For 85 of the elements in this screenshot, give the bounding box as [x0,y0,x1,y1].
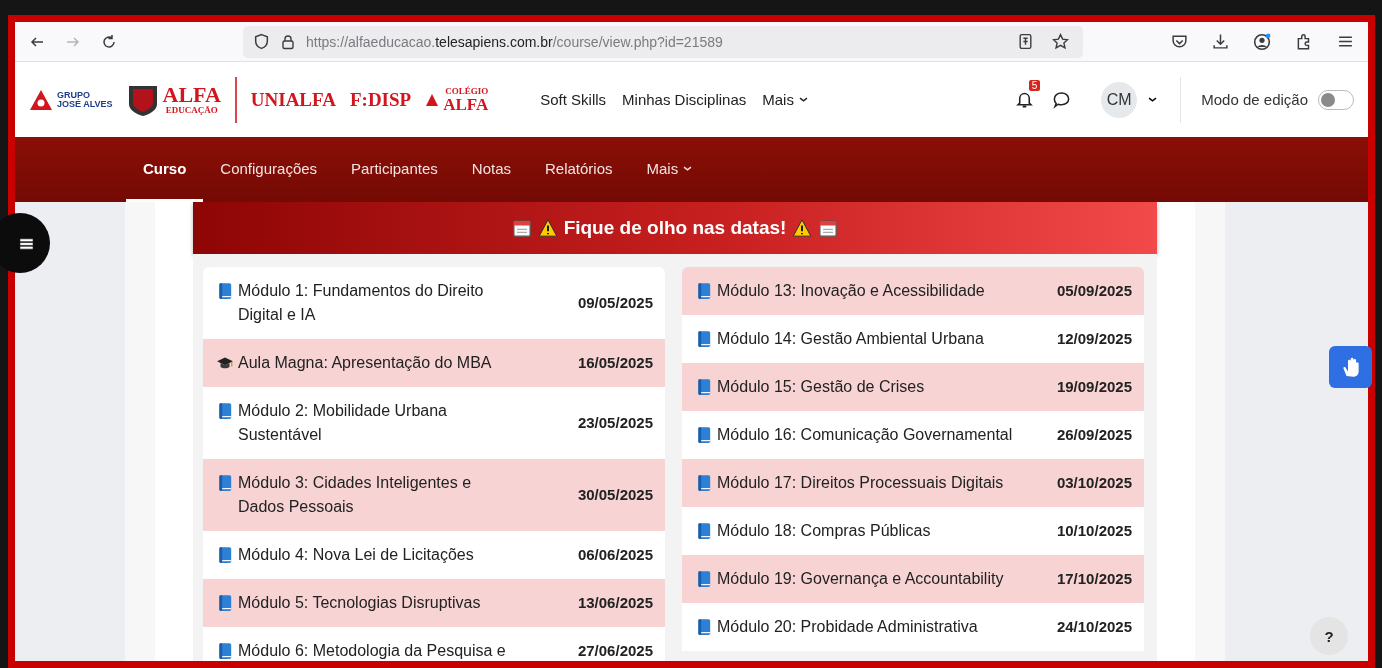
module-date: 10/10/2025 [1056,521,1132,541]
course-tab[interactable]: Mais [629,137,711,202]
notification-count: 5 [1028,80,1041,91]
module-date: 17/10/2025 [1056,569,1132,589]
header-link[interactable]: Mais [762,91,809,108]
header-link[interactable]: Soft Skills [540,91,607,108]
edit-mode-label: Modo de edição [1201,91,1308,108]
triangle-logo-icon [425,92,440,107]
star-icon [1052,33,1069,50]
module-title: Módulo 1: Fundamentos do Direito Digital e IA [238,281,485,325]
user-avatar: CM [1101,81,1138,118]
calendar-icon [818,218,839,238]
logo-text: F:DISP [349,88,412,111]
book-icon [695,570,713,588]
banner-title: Fique de olho nas datas! [563,217,787,239]
book-icon [695,378,713,396]
book-icon [695,282,713,300]
module-date: 26/09/2025 [1056,425,1132,445]
bell-icon [1015,90,1035,109]
module-title: Módulo 5: Tecnologias Disruptivas [238,593,482,613]
url-text: https://alfaeducacao.telesapiens.com.br/course/view.php?id=21589 [306,33,724,50]
module-date: 03/10/2025 [1056,473,1132,493]
module-date: 16/05/2025 [577,353,653,373]
book-icon [695,522,713,540]
edit-mode-toggle[interactable] [1318,89,1354,110]
module-date: 23/05/2025 [577,413,653,433]
module-date: 19/09/2025 [1056,377,1132,397]
course-tab[interactable]: Relatórios [528,137,630,202]
speech-bubble-icon [1052,90,1072,109]
logo-text: ALFA [162,84,221,106]
course-tab[interactable]: Participantes [334,137,455,202]
module-date: 27/06/2025 [577,641,653,661]
book-icon [695,618,713,636]
shield-icon [253,33,270,50]
pocket-icon [1171,32,1188,50]
module-title: Módulo 15: Gestão de Crises [717,377,925,397]
module-title: Módulo 3: Cidades Inteligentes e Dados Pessoais [238,473,473,517]
calendar-icon [511,218,532,238]
book-icon [695,426,713,444]
book-icon [216,402,234,420]
module-title: Módulo 19: Governança e Accountability [717,569,1004,589]
module-date: 05/09/2025 [1056,281,1132,301]
user-menu[interactable]: CM [1101,81,1159,118]
module-title: Módulo 20: Probidade Administrativa [717,617,978,637]
reader-view-icon [1017,33,1034,50]
header-link[interactable]: Minhas Disciplinas [622,91,747,108]
warning-icon [537,218,558,238]
logo-text: EDUCAÇÃO [164,106,219,115]
module-date: 06/06/2025 [577,545,653,565]
book-icon [216,282,234,300]
module-title: Módulo 14: Gestão Ambiental Urbana [717,329,984,349]
module-title: Módulo 13: Inovação e Acessibilidade [717,281,985,301]
account-icon [1253,32,1271,51]
address-bar[interactable]: https://alfaeducacao.telesapiens.com.br/course/view.php?id=21589 [243,25,1083,58]
module-title: Módulo 17: Direitos Processuais Digitais [717,473,1004,493]
module-title: Módulo 6: Metodologia da Pesquisa e [238,641,507,661]
book-icon [216,546,234,564]
course-tab[interactable]: Notas [454,137,528,202]
module-date: 09/05/2025 [577,293,653,313]
module-title: Módulo 2: Mobilidade Urbana Sustentável [238,401,448,445]
module-date: 13/06/2025 [577,593,653,613]
module-title: Aula Magna: Apresentação do MBA [238,353,493,373]
book-icon [216,594,234,612]
download-icon [1212,32,1229,50]
logo-text: ALFA [443,95,489,113]
triangle-logo-icon [29,88,53,111]
lock-icon [280,33,296,50]
logo-text: GRUPO [57,90,91,100]
module-title: Módulo 18: Compras Públicas [717,521,931,541]
logo-text: COLÉGIO [444,86,489,96]
module-date: 12/09/2025 [1056,329,1132,349]
logo-text: JOSÉ ALVES [57,99,113,109]
module-date: 24/10/2025 [1056,617,1132,637]
list-icon [18,235,35,251]
book-icon [216,474,234,492]
reload-icon [101,33,117,50]
accessibility-button[interactable] [1329,346,1372,388]
warning-icon [792,218,813,238]
book-icon [695,474,713,492]
module-title: Módulo 4: Nova Lei de Licitações [238,545,475,565]
logo-text: UNIALFA [250,88,336,111]
book-icon [695,330,713,348]
course-tab[interactable]: Configurações [203,137,335,202]
module-date: 30/05/2025 [577,485,653,505]
module-title: Módulo 16: Comunicação Governamental [717,425,1013,445]
